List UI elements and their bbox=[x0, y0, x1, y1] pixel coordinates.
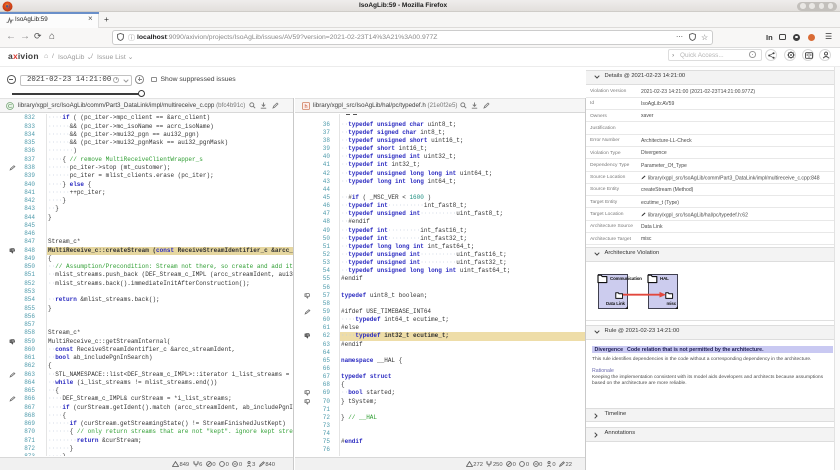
svg-text:C: C bbox=[8, 104, 12, 110]
svg-text:h: h bbox=[304, 104, 307, 110]
